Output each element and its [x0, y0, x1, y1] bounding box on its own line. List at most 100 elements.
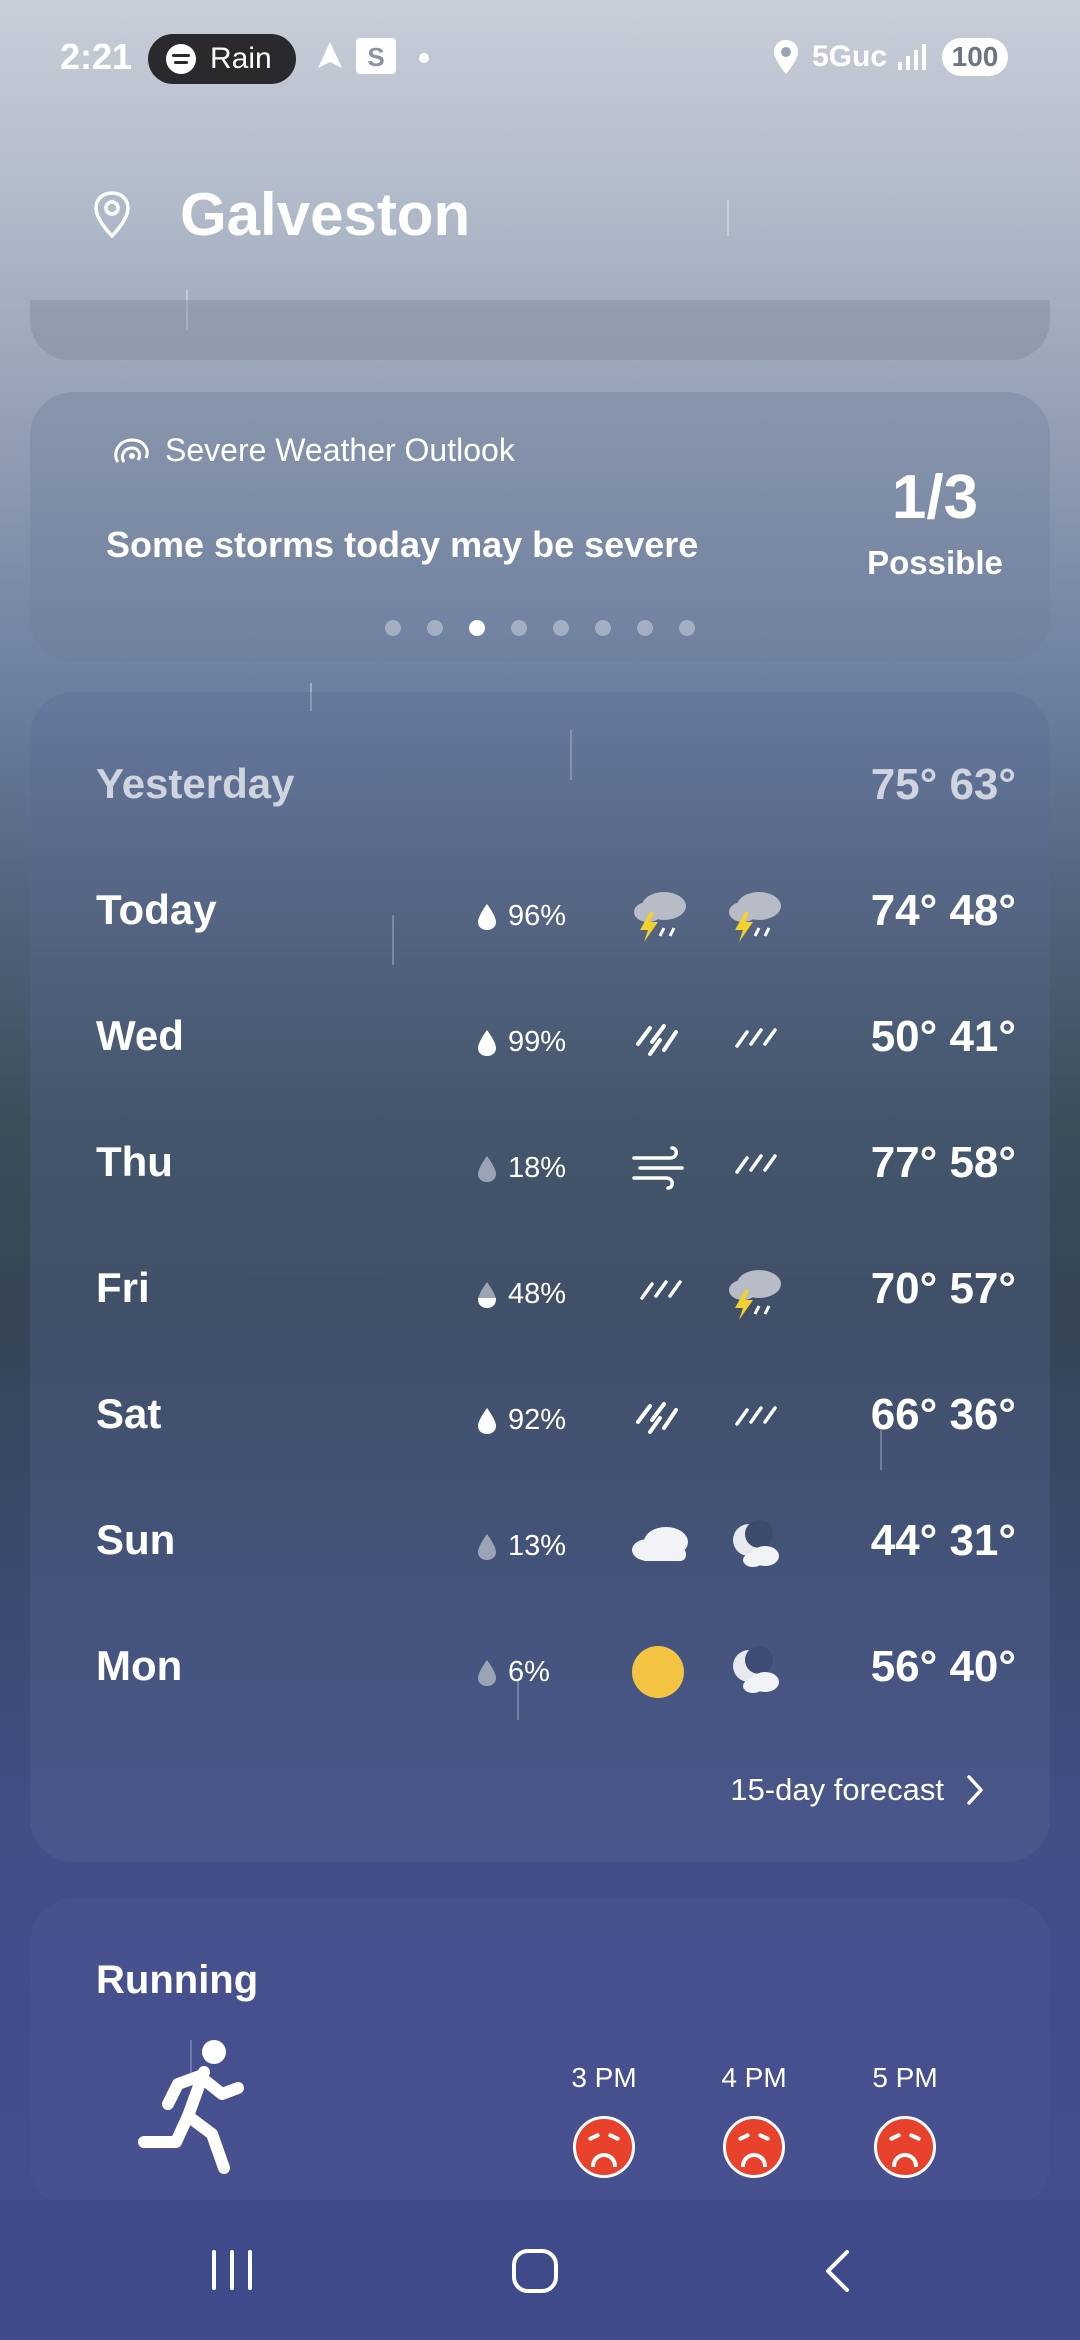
- forecast-day: Fri: [96, 1264, 150, 1311]
- forecast-temps: 75° 63°: [870, 760, 1016, 809]
- svg-text:S: S: [367, 42, 384, 72]
- moon-cloud-icon: [733, 1520, 779, 1567]
- rain-icon: [735, 1406, 777, 1426]
- heavy-rain-icon: [636, 1402, 678, 1434]
- notification-dot-icon: [419, 53, 429, 63]
- rain-icon: [640, 1280, 682, 1300]
- precip-percent: 18%: [508, 1152, 567, 1184]
- rain-streak: [727, 200, 729, 236]
- carousel-dot-active[interactable]: [469, 620, 485, 636]
- precip-percent: 96%: [508, 900, 567, 932]
- s-app-icon: S: [356, 38, 396, 74]
- frown-face-icon: [573, 2116, 635, 2178]
- wind-icon: [632, 1146, 684, 1190]
- severe-risk-value: 1/3: [891, 463, 979, 532]
- severe-outlook-text: Some storms today may be severe: [106, 524, 699, 565]
- precip-drop-icon: [478, 1660, 496, 1686]
- recent-apps-icon[interactable]: [208, 2248, 256, 2292]
- location-icon: [774, 40, 798, 74]
- severe-risk-label: Possible: [867, 544, 1003, 581]
- spotify-icon: [166, 44, 196, 74]
- severe-outlook-title: Severe Weather Outlook: [165, 432, 515, 468]
- precip-percent: 92%: [508, 1404, 567, 1436]
- system-navigation-bar: [0, 2200, 1080, 2340]
- forecast-row[interactable]: Today 96% 74° 48°: [96, 878, 1016, 958]
- precip-percent: 6%: [508, 1656, 550, 1688]
- forecast-day: Sat: [96, 1390, 162, 1437]
- fifteen-day-forecast-link[interactable]: 15-day forecast: [730, 1772, 984, 1808]
- carousel-dots[interactable]: [385, 620, 695, 636]
- frown-face-icon: [874, 2116, 936, 2178]
- thunderstorm-icon: [634, 892, 686, 942]
- forecast-row[interactable]: Sat 92% 66° 36°: [96, 1382, 1016, 1462]
- forecast-temps: 74° 48°: [870, 886, 1016, 935]
- media-pill-label: Rain: [210, 42, 272, 75]
- forecast-temps: 56° 40°: [870, 1642, 1016, 1691]
- precip-drop-icon: [478, 1030, 496, 1056]
- carousel-dot[interactable]: [511, 620, 527, 636]
- network-type: 5Guc: [812, 40, 888, 73]
- running-title: Running: [96, 1958, 259, 2002]
- forecast-temps: 50° 41°: [870, 1012, 1016, 1061]
- running-card[interactable]: Running 3 PM 4 PM 5 PM: [30, 1898, 1050, 2208]
- fifteen-day-forecast-label: 15-day forecast: [730, 1772, 944, 1807]
- back-icon[interactable]: [822, 2248, 852, 2294]
- thunderstorm-icon: [729, 1270, 781, 1320]
- heavy-rain-icon: [636, 1024, 678, 1056]
- city-name[interactable]: Galveston: [180, 180, 470, 249]
- carousel-dot[interactable]: [553, 620, 569, 636]
- running-hour: 4 PM: [721, 2062, 787, 2093]
- rain-icon: [735, 1028, 777, 1048]
- forecast-row-yesterday[interactable]: Yesterday 75° 63°: [96, 752, 1016, 832]
- forecast-temps: 70° 57°: [870, 1264, 1016, 1313]
- forecast-row[interactable]: Wed 99% 50° 41°: [96, 1004, 1016, 1084]
- location-pin-icon[interactable]: [92, 190, 132, 240]
- precip-drop-icon: [478, 1282, 496, 1308]
- status-time: 2:21: [60, 36, 133, 77]
- carousel-dot[interactable]: [385, 620, 401, 636]
- thunderstorm-icon: [729, 892, 781, 942]
- home-icon[interactable]: [510, 2248, 560, 2294]
- battery-indicator: 100: [942, 38, 1008, 76]
- forecast-day: Wed: [96, 1012, 184, 1059]
- forecast-row[interactable]: Mon 6% 56° 40°: [96, 1634, 1016, 1714]
- media-pill[interactable]: Rain: [148, 34, 296, 84]
- collapsed-card: [30, 300, 1050, 360]
- runner-icon: [138, 2040, 244, 2174]
- forecast-day: Today: [96, 886, 217, 933]
- carousel-dot[interactable]: [427, 620, 443, 636]
- frown-face-icon: [723, 2116, 785, 2178]
- forecast-row[interactable]: Thu 18% 77° 58°: [96, 1130, 1016, 1210]
- forecast-row[interactable]: Sun 13% 44° 31°: [96, 1508, 1016, 1588]
- navigation-icon: [318, 42, 342, 68]
- precip-percent: 48%: [508, 1278, 567, 1310]
- forecast-row[interactable]: Fri 48% 70° 57°: [96, 1256, 1016, 1336]
- forecast-temps: 77° 58°: [870, 1138, 1016, 1187]
- forecast-day: Mon: [96, 1642, 183, 1689]
- status-bar: 2:21 Rain S 5Guc 100: [0, 0, 1080, 120]
- precip-drop-icon: [478, 904, 496, 930]
- chevron-right-icon: [967, 1775, 983, 1805]
- moon-cloud-icon: [733, 1646, 779, 1693]
- forecast-day: Yesterday: [96, 760, 295, 807]
- precip-percent: 99%: [508, 1026, 567, 1058]
- carousel-dot[interactable]: [637, 620, 653, 636]
- daily-forecast-card: Yesterday 75° 63° Today 96% 74° 48° Wed …: [30, 692, 1050, 1862]
- severe-weather-card[interactable]: Severe Weather Outlook Some storms today…: [30, 392, 1050, 662]
- sun-icon: [632, 1646, 684, 1698]
- precip-drop-icon: [478, 1408, 496, 1434]
- forecast-day: Sun: [96, 1516, 176, 1563]
- precip-percent: 13%: [508, 1530, 567, 1562]
- severe-weather-icon: [114, 438, 149, 463]
- forecast-temps: 44° 31°: [870, 1516, 1016, 1565]
- forecast-temps: 66° 36°: [870, 1390, 1016, 1439]
- rain-icon: [735, 1154, 777, 1174]
- signal-icon: [898, 44, 926, 70]
- precip-drop-icon: [478, 1534, 496, 1560]
- carousel-dot[interactable]: [679, 620, 695, 636]
- running-hour: 3 PM: [571, 2062, 637, 2093]
- forecast-day: Thu: [96, 1138, 173, 1185]
- carousel-dot[interactable]: [595, 620, 611, 636]
- running-hour: 5 PM: [872, 2062, 938, 2093]
- cloud-icon: [632, 1527, 688, 1561]
